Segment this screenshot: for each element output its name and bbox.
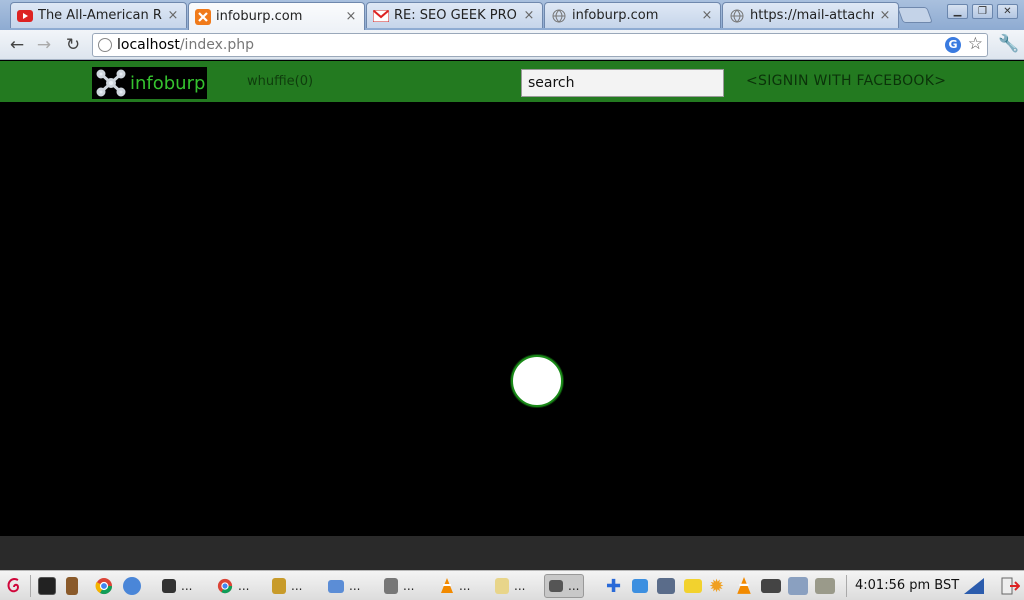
loading-circle <box>511 355 563 407</box>
forward-arrow-icon[interactable]: → <box>33 34 55 56</box>
taskbar-calculator-window[interactable]: ... <box>384 576 414 596</box>
xampp-icon <box>195 8 211 25</box>
network-disconnected-tray-icon[interactable] <box>657 576 675 596</box>
taskbar-screenshot-window-active[interactable]: ... <box>544 574 585 598</box>
taskbar-window-label: ... <box>238 579 250 593</box>
taskbar-window-label: ... <box>514 579 526 593</box>
taskbar-window-label: ... <box>291 579 303 593</box>
minimize-button[interactable]: ▁ <box>947 4 968 19</box>
address-bar[interactable]: localhost/index.php G ☆ <box>92 33 988 57</box>
taskbar-window-label: ... <box>181 579 193 593</box>
taskbar-window-label: ... <box>349 579 361 593</box>
network-logo-icon <box>96 69 126 97</box>
bookmark-star-icon[interactable]: ☆ <box>968 34 983 54</box>
url-text: localhost/index.php <box>117 37 254 53</box>
chrome-launcher-icon[interactable] <box>95 576 113 596</box>
reload-icon[interactable]: ↻ <box>62 34 84 56</box>
youtube-icon <box>17 8 33 24</box>
taskbar-window-label: ... <box>459 579 471 593</box>
add-applet-icon[interactable]: ✚ <box>606 576 621 597</box>
logout-icon[interactable] <box>1000 576 1020 596</box>
page-body <box>0 102 1024 536</box>
close-icon[interactable]: × <box>878 8 892 23</box>
sync-launcher-icon[interactable] <box>123 576 141 596</box>
tab-title: RE: SEO GEEK PROPO <box>394 8 518 23</box>
debian-menu-icon[interactable] <box>4 576 24 596</box>
logo-text: infoburp <box>130 72 206 94</box>
dropbox-tray-icon[interactable] <box>632 576 648 596</box>
taskbar-folder-window[interactable]: ... <box>328 576 360 596</box>
taskbar-clock[interactable]: 4:01:56 pm BST <box>855 578 959 593</box>
tab-title: infoburp.com <box>216 9 303 24</box>
tab-infoburp[interactable]: infoburp.com × <box>544 2 721 28</box>
weather-sun-tray-icon[interactable]: ✹ <box>709 576 724 597</box>
taskbar-vlc-window[interactable]: ... <box>440 576 470 596</box>
vlc-tray-icon[interactable] <box>736 576 752 596</box>
taskbar-separator <box>30 575 31 597</box>
taskbar-separator <box>846 575 847 597</box>
taskbar-editor-window[interactable]: ... <box>495 576 525 596</box>
globe-icon <box>729 8 745 24</box>
whuffie-counter[interactable]: whuffie(0) <box>247 74 313 89</box>
taskbar-window-label: ... <box>403 579 415 593</box>
back-arrow-icon[interactable]: ← <box>6 34 28 56</box>
close-icon[interactable]: × <box>522 8 536 23</box>
taskbar-window-label: ... <box>568 579 580 593</box>
globe-icon <box>551 8 567 24</box>
screen-tray-icon[interactable] <box>815 576 835 596</box>
taskbar-archive-window[interactable]: ... <box>272 576 302 596</box>
tab-infoburp-active[interactable]: infoburp.com × <box>188 2 365 30</box>
tab-title: The All-American Reje <box>38 8 162 23</box>
signin-facebook-link[interactable]: <SIGNIN WITH FACEBOOK> <box>746 73 946 89</box>
tab-title: https://mail-attachme <box>750 8 874 23</box>
browser-toolbar: ← → ↻ localhost/index.php G ☆ <box>0 30 1024 60</box>
window-close-button[interactable]: ✕ <box>997 4 1018 19</box>
taskbar-terminal-window[interactable]: ... <box>162 576 192 596</box>
terminal-launcher-icon[interactable] <box>38 576 56 596</box>
google-search-icon[interactable]: G <box>945 37 961 53</box>
gmail-icon <box>373 8 389 24</box>
brush-launcher-icon[interactable] <box>66 576 78 596</box>
close-icon[interactable]: × <box>344 9 358 24</box>
taskbar-chrome-window[interactable]: ... <box>217 576 249 596</box>
search-input[interactable] <box>521 69 724 97</box>
site-logo[interactable]: infoburp <box>92 67 207 99</box>
close-icon[interactable]: × <box>700 8 714 23</box>
page-info-icon[interactable] <box>98 38 112 52</box>
close-icon[interactable]: × <box>166 8 180 23</box>
url-host: localhost <box>117 37 180 53</box>
new-tab-button[interactable] <box>897 7 933 23</box>
notes-tray-icon[interactable] <box>684 576 702 596</box>
tab-mail-attachment[interactable]: https://mail-attachme × <box>722 2 899 28</box>
site-header: infoburp whuffie(0) <SIGNIN WITH FACEBOO… <box>0 61 1024 102</box>
os-taskbar: ... ... ... ... ... ... ... ... ✚ ✹ 4:01… <box>0 570 1024 600</box>
wifi-signal-icon[interactable] <box>962 576 986 596</box>
browser-tab-strip: The All-American Reje × infoburp.com × R… <box>0 0 1024 30</box>
maximize-button[interactable]: ❐ <box>972 4 993 19</box>
display-tray-icon[interactable] <box>761 576 781 596</box>
browser-bottom-strip <box>0 536 1024 570</box>
tab-title: infoburp.com <box>572 8 659 23</box>
tab-youtube[interactable]: The All-American Reje × <box>10 2 187 28</box>
tab-gmail[interactable]: RE: SEO GEEK PROPO × <box>366 2 543 28</box>
devices-tray-icon[interactable] <box>788 576 808 596</box>
url-path: /index.php <box>179 37 254 53</box>
wrench-menu-icon[interactable]: 🔧 <box>998 34 1019 54</box>
